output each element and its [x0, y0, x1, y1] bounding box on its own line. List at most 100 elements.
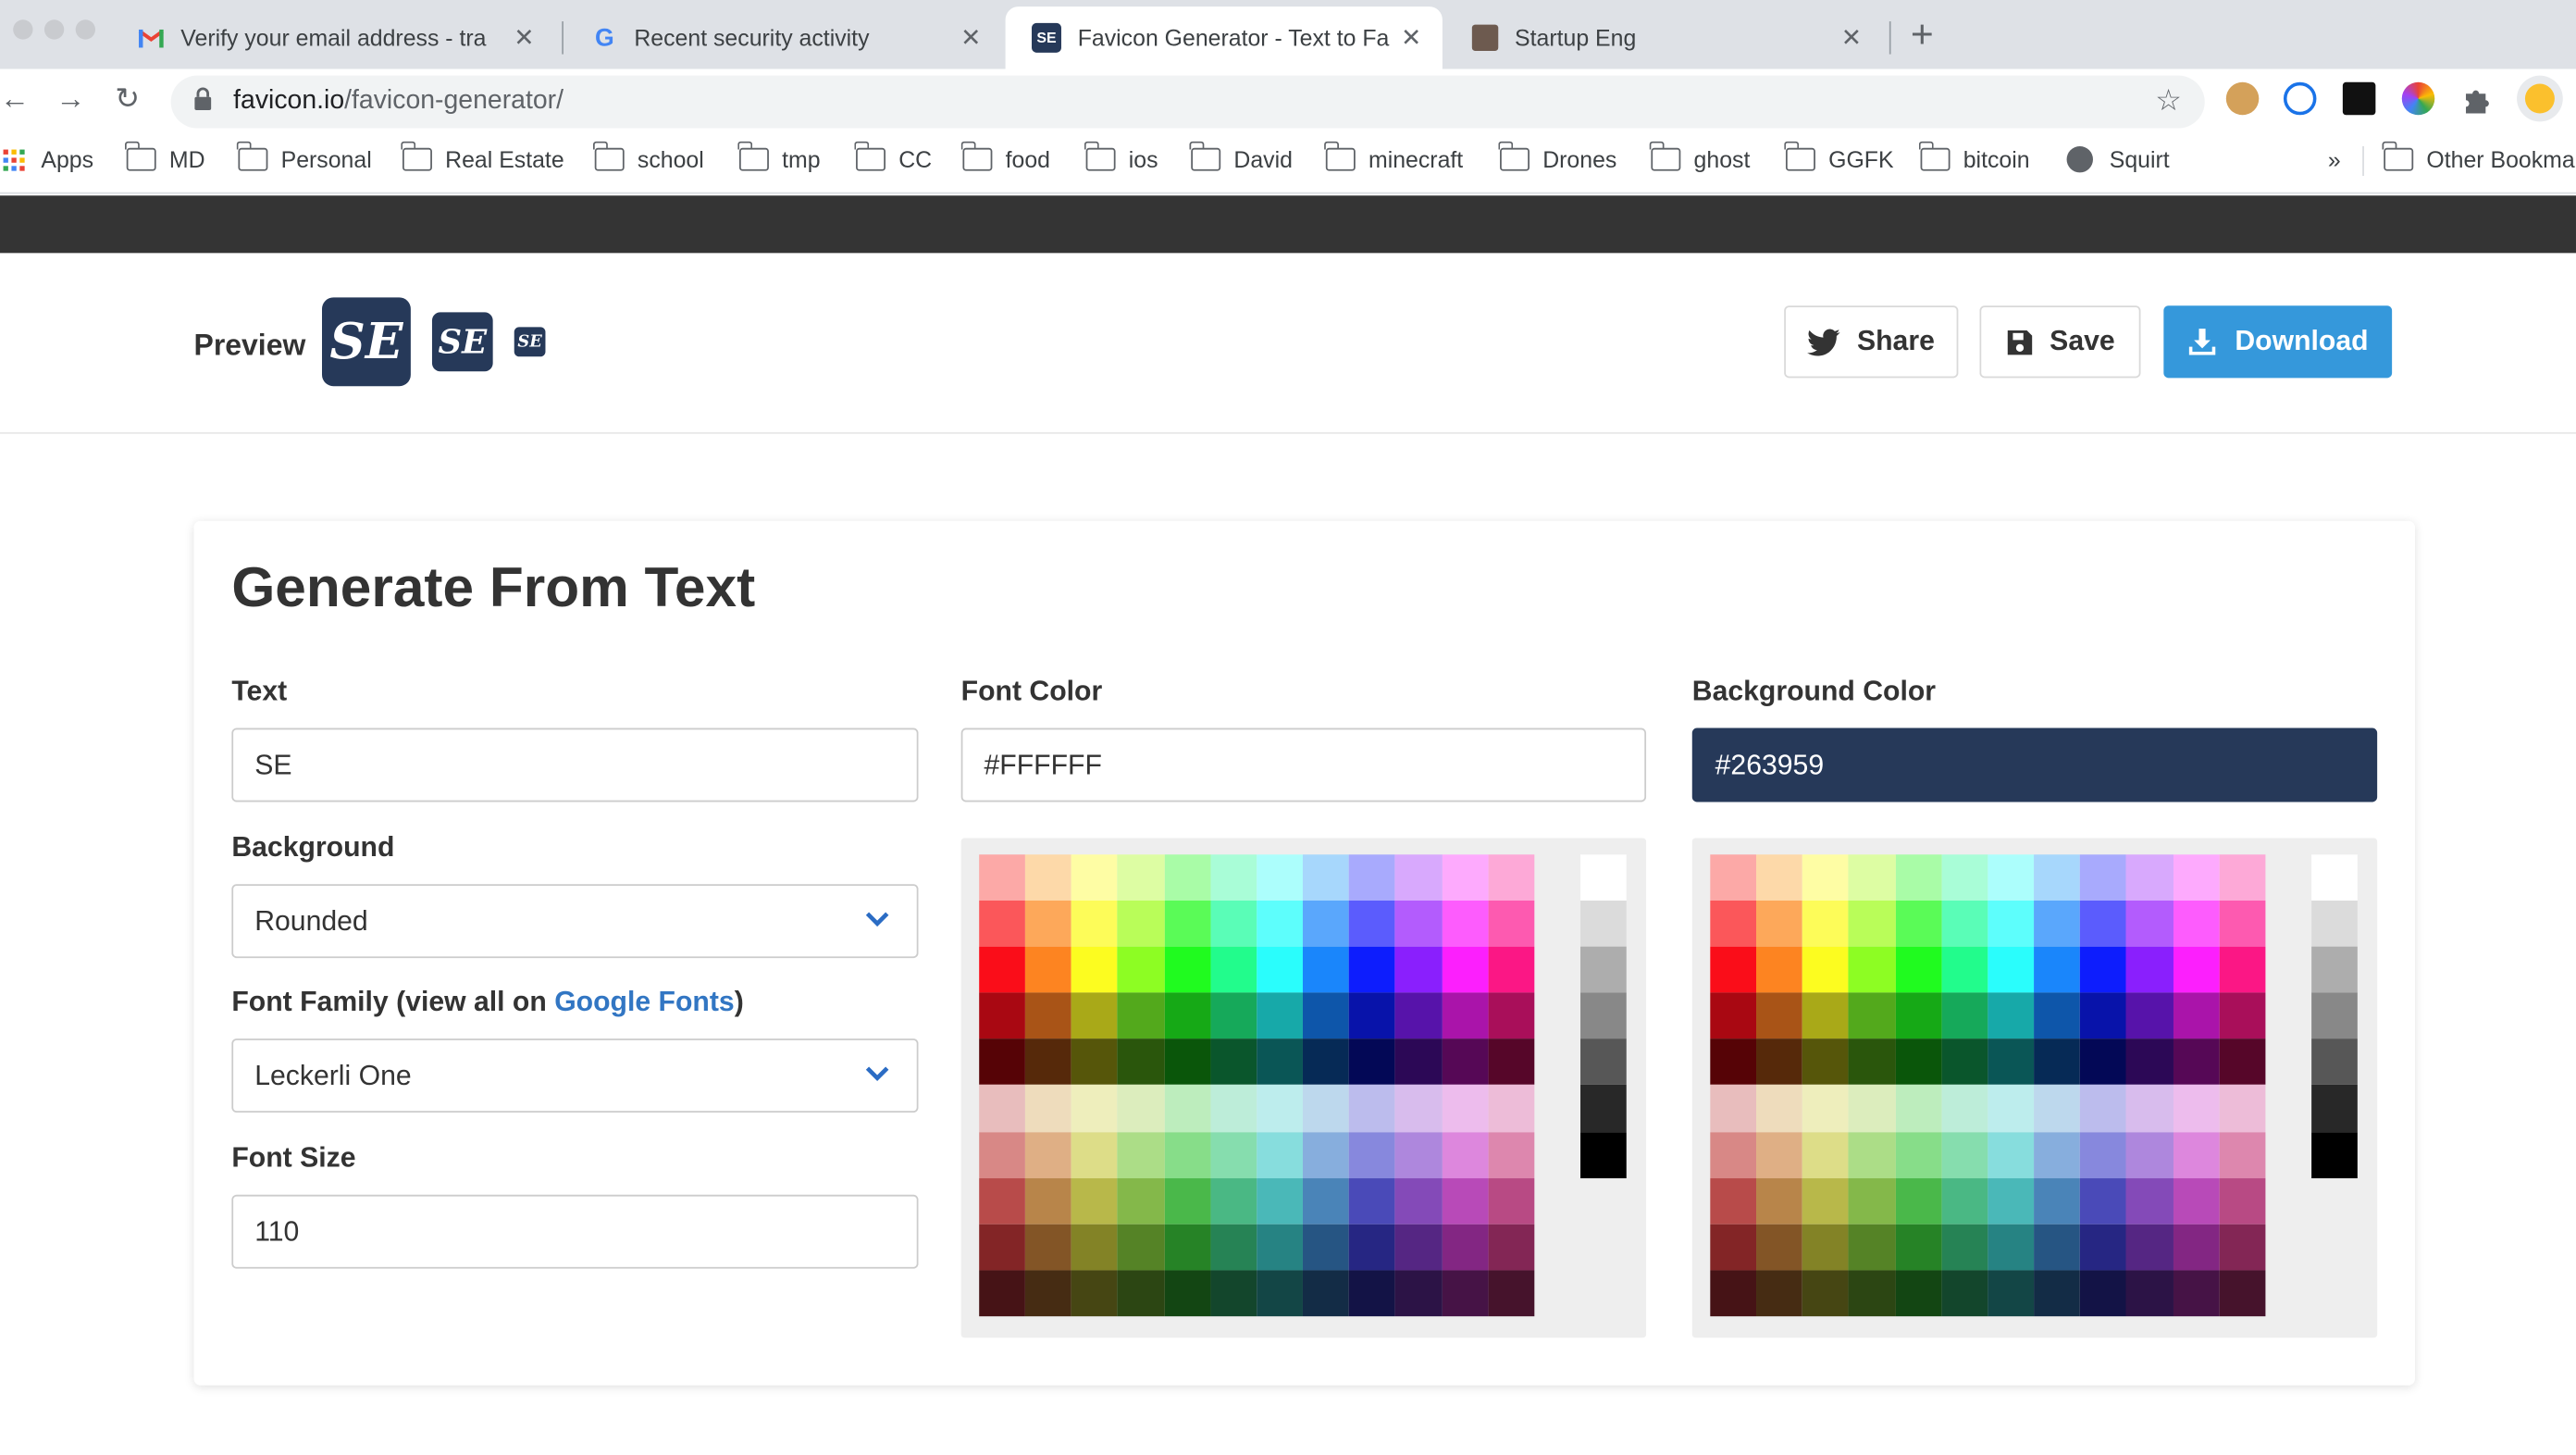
- color-swatch[interactable]: [1210, 901, 1257, 948]
- color-swatch[interactable]: [1164, 1085, 1211, 1132]
- color-swatch[interactable]: [2034, 854, 2081, 902]
- color-swatch[interactable]: [1257, 854, 1304, 902]
- color-swatch[interactable]: [1395, 1131, 1443, 1178]
- color-swatch[interactable]: [1710, 1224, 1757, 1271]
- color-swatch[interactable]: [1257, 1177, 1304, 1225]
- color-swatch[interactable]: [1756, 1224, 1803, 1271]
- color-swatch[interactable]: [1756, 901, 1803, 948]
- color-swatch[interactable]: [1164, 992, 1211, 1039]
- color-swatch[interactable]: [1488, 1131, 1535, 1178]
- gray-swatch[interactable]: [1580, 1131, 1627, 1178]
- color-swatch[interactable]: [1802, 1131, 1850, 1178]
- color-swatch[interactable]: [2173, 854, 2220, 902]
- bookmark-folder[interactable]: Real Estate: [401, 141, 564, 172]
- color-swatch[interactable]: [1349, 947, 1396, 993]
- extension-dark-icon[interactable]: [2342, 81, 2376, 116]
- color-swatch[interactable]: [1488, 1177, 1535, 1225]
- color-swatch[interactable]: [1442, 992, 1489, 1039]
- color-swatch[interactable]: [2219, 1038, 2266, 1086]
- color-swatch[interactable]: [1756, 854, 1803, 902]
- bookmark-apps[interactable]: Apps: [3, 146, 93, 172]
- color-swatch[interactable]: [979, 1038, 1026, 1086]
- color-swatch[interactable]: [1849, 1038, 1896, 1086]
- color-swatch[interactable]: [2173, 1038, 2220, 1086]
- color-swatch[interactable]: [1025, 1131, 1072, 1178]
- gray-swatch[interactable]: [2311, 1131, 2358, 1178]
- color-swatch[interactable]: [1488, 1085, 1535, 1132]
- close-tab-icon[interactable]: ✕: [1833, 23, 1869, 53]
- color-swatch[interactable]: [1988, 947, 2035, 993]
- color-swatch[interactable]: [2126, 1177, 2174, 1225]
- color-swatch[interactable]: [2219, 947, 2266, 993]
- color-swatch[interactable]: [2034, 1177, 2081, 1225]
- color-swatch[interactable]: [1442, 1038, 1489, 1086]
- color-swatch[interactable]: [1349, 1038, 1396, 1086]
- color-swatch[interactable]: [1071, 1177, 1119, 1225]
- color-swatch[interactable]: [2173, 1085, 2220, 1132]
- color-swatch[interactable]: [2080, 1085, 2127, 1132]
- color-swatch[interactable]: [1895, 854, 1942, 902]
- color-swatch[interactable]: [1941, 1270, 1988, 1317]
- color-swatch[interactable]: [1849, 992, 1896, 1039]
- close-tab-icon[interactable]: ✕: [953, 23, 989, 53]
- color-swatch[interactable]: [1442, 1224, 1489, 1271]
- color-swatch[interactable]: [1756, 1131, 1803, 1178]
- color-swatch[interactable]: [1442, 1131, 1489, 1178]
- color-swatch[interactable]: [1710, 1177, 1757, 1225]
- color-swatch[interactable]: [1303, 1038, 1350, 1086]
- color-swatch[interactable]: [2173, 1131, 2220, 1178]
- color-swatch[interactable]: [979, 1270, 1026, 1317]
- color-swatch[interactable]: [1941, 854, 1988, 902]
- gray-swatch[interactable]: [2311, 947, 2358, 993]
- color-swatch[interactable]: [1118, 947, 1165, 993]
- color-swatch[interactable]: [1349, 854, 1396, 902]
- gray-swatch[interactable]: [1580, 1085, 1627, 1132]
- color-swatch[interactable]: [1303, 1224, 1350, 1271]
- gray-swatch[interactable]: [2311, 1085, 2358, 1132]
- puzzle-extensions-icon[interactable]: [2461, 85, 2495, 118]
- gray-swatch[interactable]: [1580, 992, 1627, 1039]
- close-tab-icon[interactable]: ✕: [1393, 23, 1430, 53]
- address-bar[interactable]: favicon.io/favicon-generator/ ☆: [170, 75, 2205, 129]
- color-swatch[interactable]: [1895, 947, 1942, 993]
- gray-swatch[interactable]: [2311, 901, 2358, 948]
- color-swatch[interactable]: [1710, 1085, 1757, 1132]
- color-swatch[interactable]: [2126, 901, 2174, 948]
- new-tab-icon[interactable]: +: [1911, 13, 1934, 59]
- cookie-extension-icon[interactable]: [2225, 81, 2260, 116]
- color-swatch[interactable]: [1488, 1038, 1535, 1086]
- reload-icon[interactable]: ↻: [115, 82, 140, 117]
- color-swatch[interactable]: [1210, 1224, 1257, 1271]
- download-button[interactable]: Download: [2163, 305, 2393, 379]
- extension-q-icon[interactable]: [2283, 81, 2317, 116]
- color-swatch[interactable]: [1895, 1038, 1942, 1086]
- color-swatch[interactable]: [2126, 854, 2174, 902]
- color-swatch[interactable]: [1849, 901, 1896, 948]
- color-swatch[interactable]: [2173, 992, 2220, 1039]
- color-swatch[interactable]: [1988, 1270, 2035, 1317]
- color-swatch[interactable]: [979, 901, 1026, 948]
- color-swatch[interactable]: [1395, 1224, 1443, 1271]
- color-swatch[interactable]: [2080, 1270, 2127, 1317]
- color-swatch[interactable]: [1303, 1270, 1350, 1317]
- bookmark-folder[interactable]: bitcoin: [1919, 141, 2030, 172]
- color-swatch[interactable]: [1118, 854, 1165, 902]
- bookmark-squirt[interactable]: Squirt: [2066, 146, 2170, 173]
- color-swatch[interactable]: [1071, 992, 1119, 1039]
- color-swatch[interactable]: [1488, 1224, 1535, 1271]
- color-swatch[interactable]: [2126, 1131, 2174, 1178]
- color-swatch[interactable]: [2080, 901, 2127, 948]
- color-swatch[interactable]: [1488, 854, 1535, 902]
- color-swatch[interactable]: [1895, 901, 1942, 948]
- bookmark-folder[interactable]: ios: [1084, 141, 1158, 172]
- color-swatch[interactable]: [2126, 1085, 2174, 1132]
- color-swatch[interactable]: [1802, 947, 1850, 993]
- color-swatch[interactable]: [1802, 1270, 1850, 1317]
- background-color-input[interactable]: #263959: [1691, 728, 2378, 802]
- color-swatch[interactable]: [1210, 947, 1257, 993]
- color-swatch[interactable]: [1849, 1224, 1896, 1271]
- color-swatch[interactable]: [1895, 1085, 1942, 1132]
- color-swatch[interactable]: [1802, 1224, 1850, 1271]
- color-swatch[interactable]: [1756, 992, 1803, 1039]
- share-button[interactable]: Share: [1784, 305, 1959, 379]
